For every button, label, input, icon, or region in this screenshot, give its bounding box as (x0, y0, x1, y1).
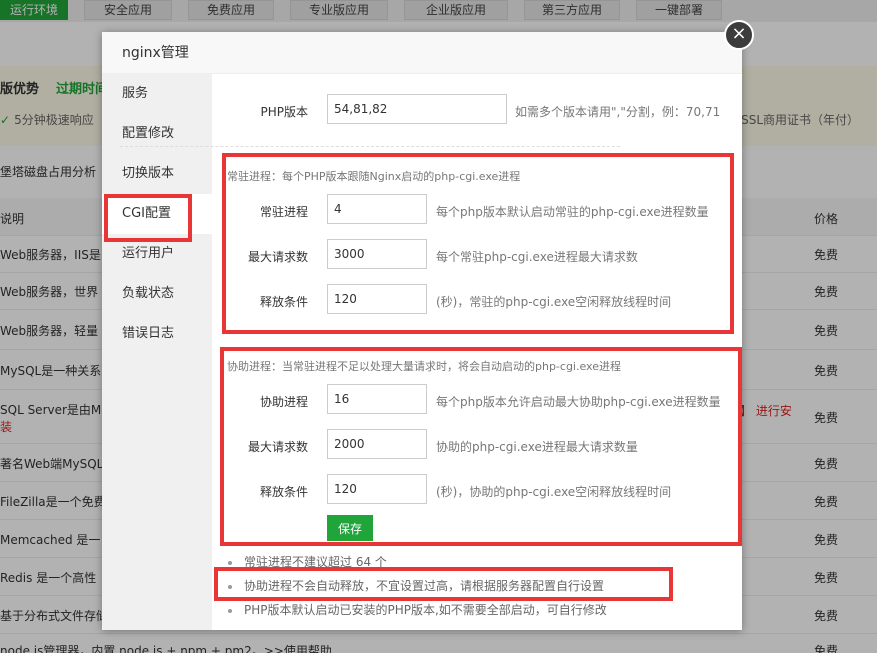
sidebar-item-error-log[interactable]: 错误日志 (102, 314, 212, 354)
php-version-label: PHP版本 (260, 105, 309, 119)
highlight-box-sidebar (104, 194, 192, 242)
sidebar-item-config-edit[interactable]: 配置修改 (102, 114, 212, 154)
divider (120, 146, 620, 147)
highlight-box-helper (220, 347, 742, 546)
php-version-hint: 如需多个版本请用","分割，例：70,71 (515, 105, 721, 119)
dialog-sidebar: 服务 配置修改 切换版本 CGI配置 运行用户 负载状态 错误日志 (102, 74, 212, 630)
php-version-input[interactable] (327, 94, 507, 124)
tip-item: PHP版本默认启动已安装的PHP版本,如不需要全部启动，可自行修改 (228, 601, 607, 618)
bullet-icon (228, 560, 232, 565)
dialog-title: nginx管理 (102, 32, 742, 74)
highlight-box-resident (222, 153, 734, 334)
sidebar-item-load-status[interactable]: 负载状态 (102, 274, 212, 314)
highlight-box-tip (214, 567, 673, 601)
bullet-icon (228, 608, 232, 613)
sidebar-item-service[interactable]: 服务 (102, 74, 212, 114)
close-icon[interactable]: × (724, 20, 754, 50)
sidebar-item-switch-version[interactable]: 切换版本 (102, 154, 212, 194)
